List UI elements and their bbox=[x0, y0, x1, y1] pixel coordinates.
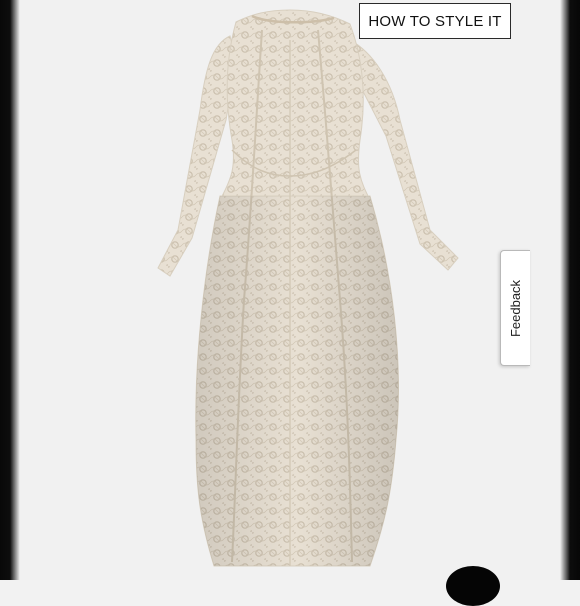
how-to-style-it-label: HOW TO STYLE IT bbox=[368, 12, 502, 30]
bottom-overlay-button[interactable] bbox=[446, 566, 500, 606]
product-image-frame: HOW TO STYLE IT Feedback bbox=[0, 0, 580, 606]
feedback-tab[interactable]: Feedback bbox=[500, 250, 530, 366]
how-to-style-it-button[interactable]: HOW TO STYLE IT bbox=[359, 3, 511, 39]
lace-dress-image bbox=[157, 9, 459, 567]
feedback-label: Feedback bbox=[508, 279, 523, 337]
